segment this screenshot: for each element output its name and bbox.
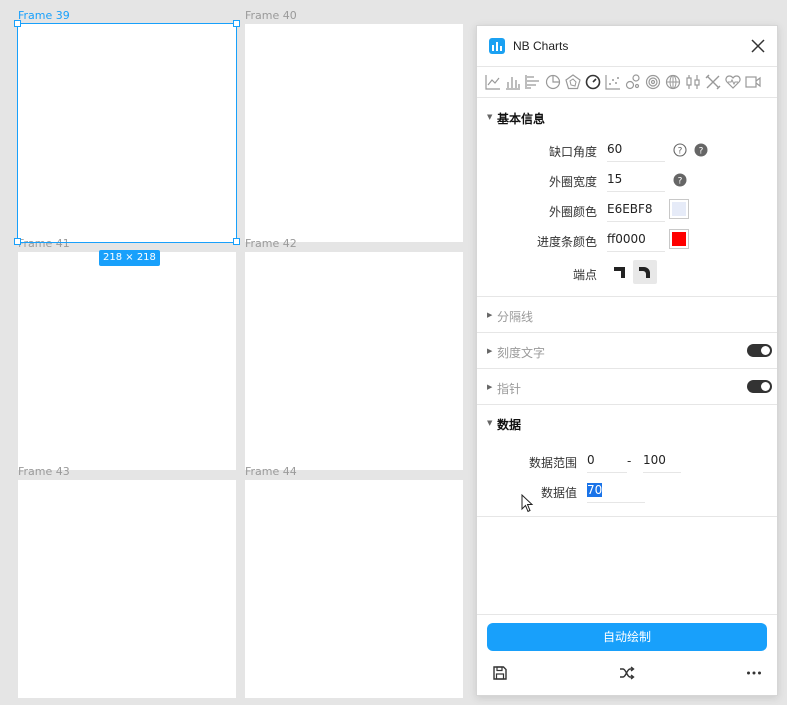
- outer-color-swatch[interactable]: [669, 199, 689, 219]
- data-range-max-input[interactable]: 100: [643, 447, 681, 473]
- section-tick-text[interactable]: ▶ 刻度文字: [477, 332, 777, 368]
- data-range-min-input[interactable]: 0: [587, 447, 627, 473]
- video-icon[interactable]: [745, 74, 761, 90]
- expand-arrow-icon: ▼: [487, 419, 493, 427]
- section-basic-info-title: 基本信息: [497, 112, 546, 126]
- scatter-chart-icon[interactable]: [605, 74, 621, 90]
- frame-40-label[interactable]: Frame 40: [245, 10, 297, 22]
- outer-color-label: 外圈颜色: [548, 205, 597, 219]
- mouse-cursor-icon: [521, 493, 535, 514]
- section-data-title: 数据: [497, 418, 522, 432]
- outer-color-input[interactable]: E6EBF8: [607, 196, 665, 222]
- endpoint-square-button[interactable]: [608, 260, 632, 284]
- expand-arrow-icon: ▼: [487, 113, 493, 121]
- data-value-input[interactable]: 70: [587, 477, 645, 503]
- frame-42-label[interactable]: Frame 42: [245, 238, 297, 250]
- plugin-panel: NB Charts ▼ 基本信息 缺口角度 60 ? ? 外圈宽度 15 ? 外…: [476, 25, 778, 696]
- bubble-chart-icon[interactable]: [625, 74, 641, 90]
- section-pointer[interactable]: ▶ 指针: [477, 368, 777, 404]
- tick-text-toggle[interactable]: [747, 344, 772, 357]
- frame-39-label[interactable]: Frame 39: [18, 10, 70, 22]
- collapse-arrow-icon: ▶: [487, 347, 493, 355]
- polar-chart-icon[interactable]: [665, 74, 681, 90]
- bar-chart-icon[interactable]: [505, 74, 521, 90]
- nb-charts-logo-icon: [489, 38, 505, 54]
- help-filled-icon[interactable]: ?: [673, 172, 687, 187]
- gauge-chart-icon[interactable]: [585, 74, 601, 90]
- resize-handle-bottom-right[interactable]: [233, 238, 240, 245]
- candlestick-icon[interactable]: [685, 74, 701, 90]
- help-filled-icon[interactable]: ?: [694, 142, 708, 157]
- frame-41-label[interactable]: Frame 41: [18, 238, 70, 250]
- line-chart-icon[interactable]: [485, 74, 501, 90]
- section-tick-text-title: 刻度文字: [497, 346, 546, 360]
- auto-draw-button[interactable]: 自动绘制: [487, 623, 767, 651]
- ring-chart-icon[interactable]: [645, 74, 661, 90]
- endpoint-round-button[interactable]: [633, 260, 657, 284]
- frame-41[interactable]: [18, 252, 236, 470]
- pointer-toggle[interactable]: [747, 380, 772, 393]
- svg-text:?: ?: [699, 147, 704, 157]
- chart-type-toolbar: [477, 66, 777, 98]
- round-cap-icon: [639, 267, 650, 278]
- section-basic-info[interactable]: ▼ 基本信息: [477, 99, 777, 135]
- gap-angle-label: 缺口角度: [548, 145, 597, 159]
- range-separator: -: [627, 454, 632, 468]
- frame-39[interactable]: [18, 24, 236, 242]
- frame-44-label[interactable]: Frame 44: [245, 466, 297, 478]
- close-icon[interactable]: [749, 37, 767, 55]
- resize-handle-top-right[interactable]: [233, 20, 240, 27]
- gap-angle-input[interactable]: 60: [607, 136, 665, 162]
- svg-text:?: ?: [678, 177, 683, 187]
- footer-divider: [477, 614, 777, 615]
- pie-chart-icon[interactable]: [545, 74, 561, 90]
- radar-chart-icon[interactable]: [565, 74, 581, 90]
- section-divider[interactable]: ▶ 分隔线: [477, 296, 777, 332]
- section-pointer-title: 指针: [497, 382, 522, 396]
- data-range-label: 数据范围: [528, 456, 577, 470]
- outer-width-label: 外圈宽度: [548, 175, 597, 189]
- frame-40[interactable]: [245, 24, 463, 242]
- more-icon[interactable]: [745, 664, 763, 682]
- data-value-label: 数据值: [540, 486, 577, 500]
- progress-color-input[interactable]: ff0000: [607, 226, 665, 252]
- svg-text:?: ?: [678, 147, 683, 157]
- outer-width-input[interactable]: 15: [607, 166, 665, 192]
- help-outline-icon[interactable]: ?: [673, 142, 687, 157]
- selection-size-badge: 218 × 218: [99, 250, 160, 266]
- frame-42[interactable]: [245, 252, 463, 470]
- progress-color-swatch[interactable]: [669, 229, 689, 249]
- square-cap-icon: [614, 267, 625, 278]
- progress-color-label: 进度条颜色: [536, 235, 597, 249]
- frame-43-label[interactable]: Frame 43: [18, 466, 70, 478]
- save-icon[interactable]: [491, 664, 509, 682]
- resize-handle-bottom-left[interactable]: [14, 238, 21, 245]
- horizontal-bar-icon[interactable]: [525, 74, 541, 90]
- heart-chart-icon[interactable]: [725, 74, 741, 90]
- section-divider-line: [477, 516, 777, 517]
- frame-44[interactable]: [245, 480, 463, 698]
- endpoint-label: 端点: [572, 268, 597, 282]
- section-divider-title: 分隔线: [497, 310, 534, 324]
- collapse-arrow-icon: ▶: [487, 311, 493, 319]
- resize-handle-top-left[interactable]: [14, 20, 21, 27]
- section-data[interactable]: ▼ 数据: [477, 404, 777, 440]
- plugin-titlebar: NB Charts: [477, 26, 777, 66]
- collapse-arrow-icon: ▶: [487, 383, 493, 391]
- tools-icon[interactable]: [705, 74, 721, 90]
- shuffle-icon[interactable]: [618, 664, 636, 682]
- frame-43[interactable]: [18, 480, 236, 698]
- plugin-title: NB Charts: [513, 39, 569, 53]
- data-value-selected-text: 70: [587, 483, 603, 497]
